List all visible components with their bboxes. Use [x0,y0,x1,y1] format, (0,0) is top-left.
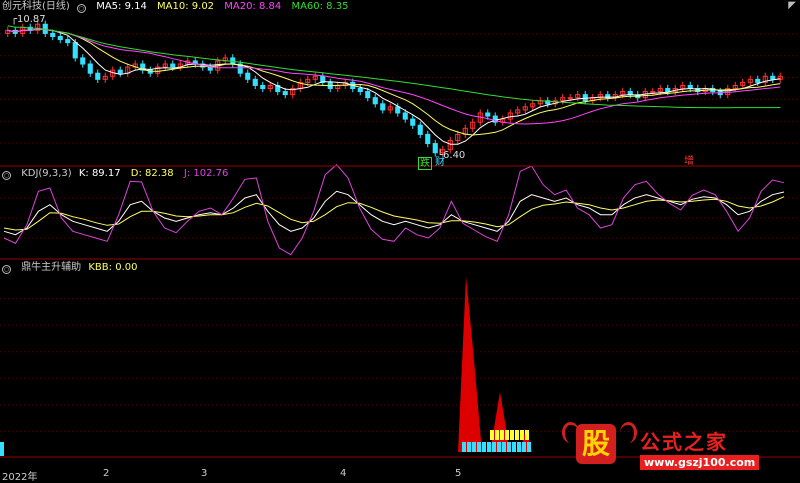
time-axis-label: 4 [340,468,347,479]
kbb-block-cyan [497,442,501,452]
kbb-block-cyan [487,442,491,452]
candle-body [245,72,251,80]
candle-body [665,88,671,93]
toggle-circle-icon[interactable]: ○ [2,171,11,180]
candle-body [95,72,101,80]
toggle-circle-icon[interactable]: ○ [77,4,86,13]
candle-body [410,118,416,126]
ma10-line [7,28,781,136]
site-watermark-logo: 股 公式之家 www.gszj100.com [558,422,780,478]
kbb-block-cyan [477,442,481,452]
candle-body [770,75,776,80]
event-tag-finance[interactable]: 财 [434,157,446,168]
ma5-line [7,28,781,145]
candle-body [57,35,63,41]
kbb-block-yellow [525,430,529,440]
time-axis-label: 2 [103,468,110,479]
candle-body [65,39,71,44]
kdj-j-value: J: 102.76 [183,168,229,179]
kbb-block-cyan [0,442,4,456]
ma5-value: MA5: 9.14 [96,1,147,12]
kbb-block-yellow [520,430,524,440]
candle-body [755,78,761,83]
candle-body [117,69,123,74]
kbb-panel-header: ○ 鼎牛主升辅助 KBB: 0.00 [2,262,144,274]
kbb-block-yellow [505,430,509,440]
event-tag-increase[interactable]: 增 [683,156,695,167]
kbb-block-cyan [507,442,511,452]
kbb-block-cyan [517,442,521,452]
candle-body [372,97,378,105]
ma10-value: MA10: 9.02 [157,1,215,12]
grid-lines [0,33,800,432]
ma20-value: MA20: 8.84 [224,1,282,12]
kdj-k-value: K: 89.17 [78,168,121,179]
kbb-block-yellow [515,430,519,440]
candle-body [252,78,258,86]
candle-body [170,63,176,68]
collapse-chevron-icon[interactable]: ◤ [788,0,796,11]
kbb-block-cyan [492,442,496,452]
stock-chart-canvas[interactable] [0,0,800,481]
kbb-block-cyan [472,442,476,452]
candle-body [365,91,371,99]
time-axis-label: 3 [201,468,208,479]
candle-body [87,63,93,74]
kdj-title: KDJ(9,3,3) [21,168,72,179]
kbb-indicator [0,276,532,456]
kbb-block-cyan [467,442,471,452]
kbb-block-yellow [490,430,494,440]
candle-body [417,124,423,135]
kbb-block-cyan [462,442,466,452]
logo-site-name: 公式之家 [640,430,728,454]
ma60-value: MA60: 8.35 [291,1,349,12]
kbb-block-cyan [482,442,486,452]
candle-body [582,94,588,102]
candle-body [402,112,408,120]
candle-body [425,133,431,145]
time-axis-label: 5 [455,468,462,479]
candle-body [207,66,213,71]
low-price-value: 6.40 [443,150,466,161]
toggle-circle-icon[interactable]: ○ [2,265,11,274]
event-tag-fall[interactable]: 跌 [418,157,432,170]
bull-horn-icon [620,422,637,443]
kbb-spike [458,276,482,452]
high-price-value: 10.87 [17,14,46,25]
candle-body [380,103,386,111]
candle-body [282,91,288,96]
kbb-title: 鼎牛主升辅助 [21,262,82,273]
main-panel-header: 创元科技(日线) ○ MA5: 9.14 MA10: 9.02 MA20: 8.… [2,1,355,13]
kbb-block-yellow [495,430,499,440]
candle-body [357,88,363,93]
stock-title: 创元科技(日线) [2,1,70,12]
kdj-panel-header: ○ KDJ(9,3,3) K: 89.17 D: 82.38 J: 102.76 [2,168,235,180]
ma20-line [7,28,781,125]
candle-body [650,91,656,94]
candle-body [80,57,86,65]
kbb-block-yellow [510,430,514,440]
kbb-block-cyan [512,442,516,452]
kbb-block-yellow [500,430,504,440]
candle-body [260,84,266,90]
candle-body [50,32,56,37]
logo-site-url: www.gszj100.com [640,455,760,470]
candle-body [485,112,491,117]
candle-body [567,97,573,100]
kbb-block-cyan [502,442,506,452]
kbb-block-cyan [527,442,531,452]
logo-badge: 股 [576,424,616,464]
candlestick-series [5,20,783,157]
moving-average-lines [7,25,781,145]
kdj-d-value: D: 82.38 [130,168,174,179]
candle-body [395,106,401,114]
kbb-value: KBB: 0.00 [88,262,138,273]
candle-body [72,42,78,59]
kbb-block-cyan [522,442,526,452]
high-price-mark: ┌10.87 [11,14,46,25]
